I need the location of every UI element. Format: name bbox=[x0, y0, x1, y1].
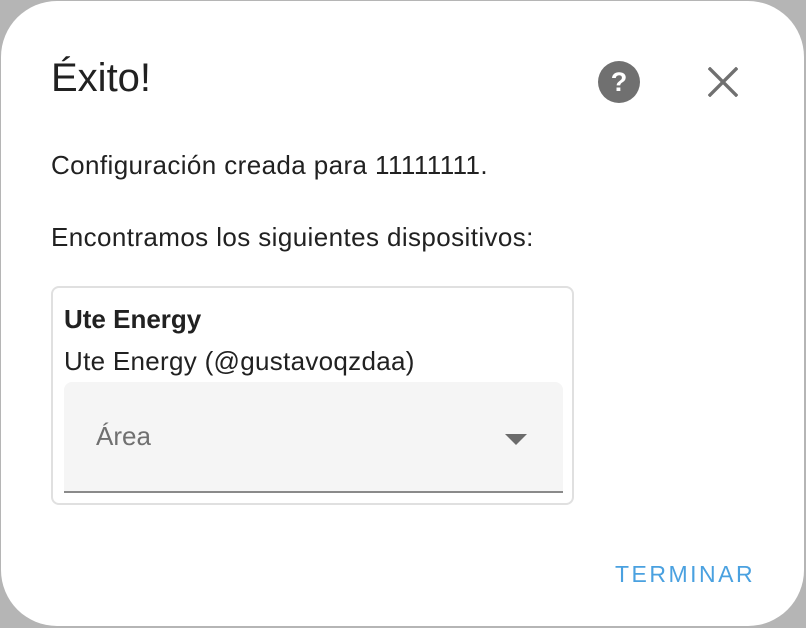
finish-button[interactable]: TERMINAR bbox=[601, 553, 769, 595]
area-select-placeholder: Área bbox=[96, 421, 151, 451]
help-circle-icon: ? bbox=[611, 67, 628, 97]
help-button[interactable]: ? bbox=[598, 61, 640, 103]
close-icon bbox=[708, 67, 738, 97]
devices-found-message: Encontramos los siguientes dispositivos: bbox=[51, 222, 534, 252]
device-card: Ute Energy Ute Energy (@gustavoqzdaa) Ár… bbox=[51, 286, 574, 505]
device-name: Ute Energy bbox=[64, 304, 202, 334]
device-subtitle: Ute Energy (@gustavoqzdaa) bbox=[64, 346, 415, 376]
dropdown-arrow-icon bbox=[505, 434, 527, 445]
close-button[interactable] bbox=[701, 60, 745, 104]
area-select[interactable]: Área bbox=[64, 382, 563, 493]
success-dialog: Éxito! ? Configuración creada para 11111… bbox=[1, 1, 804, 626]
dialog-title: Éxito! bbox=[51, 56, 152, 100]
config-created-message: Configuración creada para 11111111. bbox=[51, 150, 489, 180]
svg-text:?: ? bbox=[611, 67, 628, 97]
